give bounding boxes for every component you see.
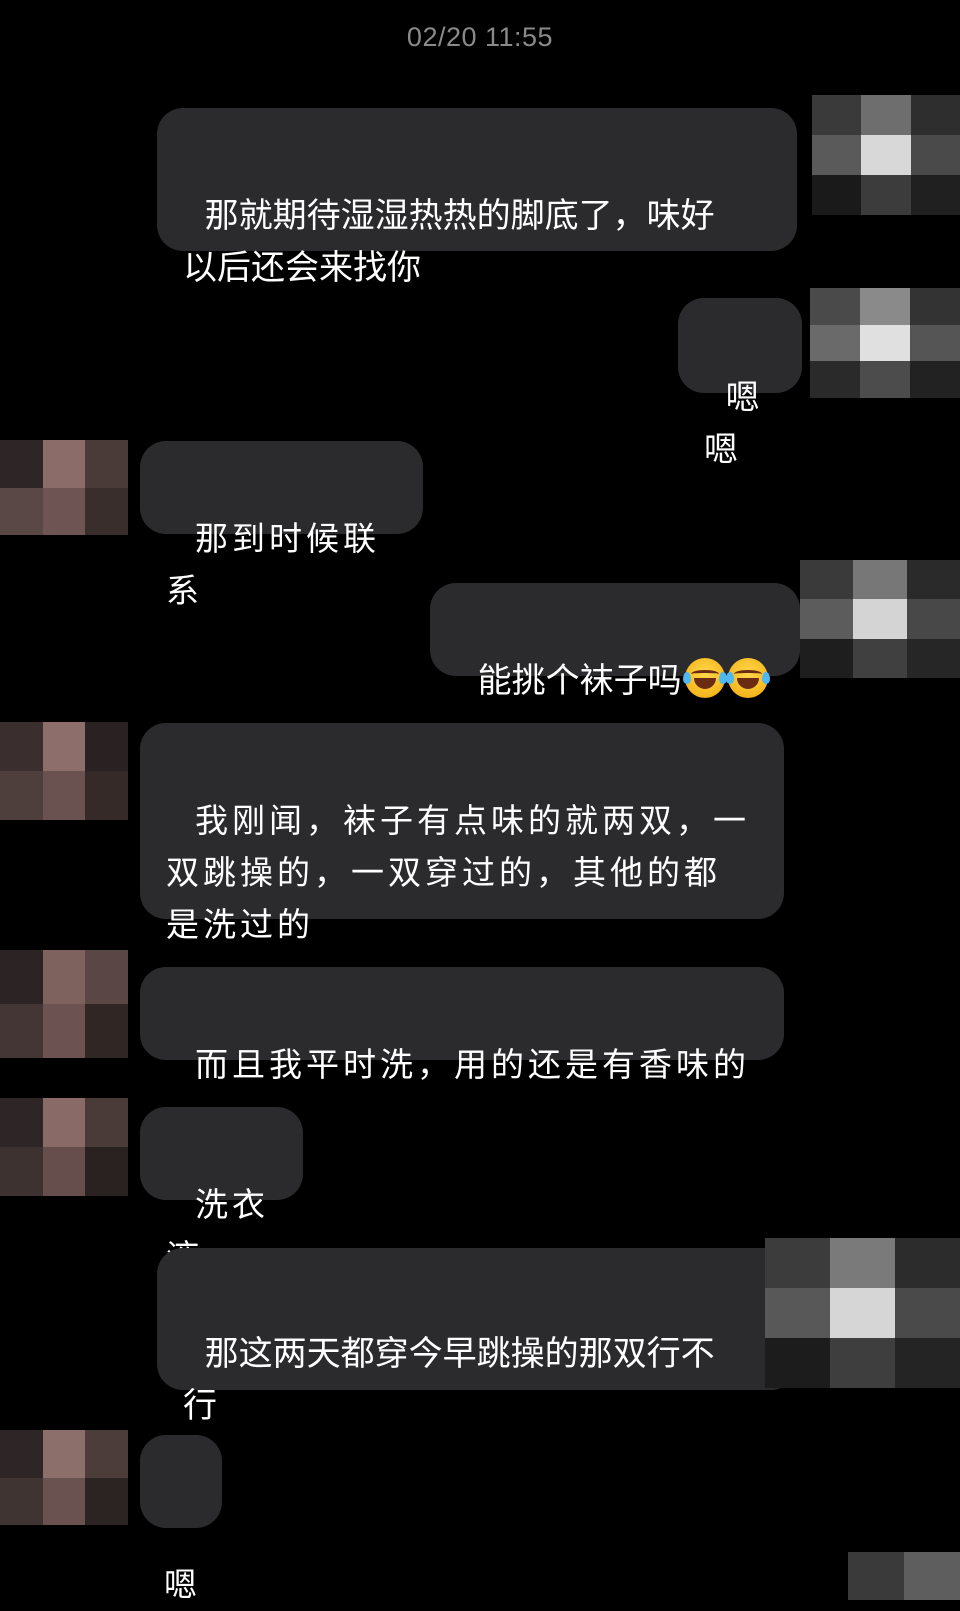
user-avatar-blurred[interactable] <box>800 560 960 678</box>
message-bubble-incoming[interactable]: 那到时候联系 <box>140 441 423 610</box>
message-bubble-outgoing[interactable]: 那这两天都穿今早跳操的那双行不 行 <box>157 1248 797 1426</box>
message-text: 嗯嗯 <box>704 378 760 470</box>
user-avatar-blurred[interactable] <box>848 1552 960 1600</box>
message-bubble-incoming[interactable]: 而且我平时洗，用的还是有香味的 <box>140 967 784 1084</box>
message-text: 那到时候联系 <box>166 519 380 610</box>
chat-timestamp: 02/20 11:55 <box>406 22 554 52</box>
contact-avatar-blurred[interactable] <box>0 950 128 1058</box>
message-bubble-incoming[interactable]: 洗衣液 <box>140 1107 303 1276</box>
message-bubble-outgoing[interactable]: 那就期待湿湿热热的脚底了，味好 以后还会来找你 <box>157 108 797 288</box>
message-bubble-outgoing[interactable]: 能挑个袜子吗 <box>430 583 800 701</box>
message-text: 而且我平时洗，用的还是有香味的 <box>194 1045 750 1084</box>
contact-avatar-blurred[interactable] <box>0 722 128 820</box>
contact-avatar-blurred[interactable] <box>0 440 128 535</box>
user-avatar-blurred[interactable] <box>812 95 960 215</box>
message-bubble-outgoing[interactable]: 嗯嗯 <box>678 298 802 470</box>
message-text: 那这两天都穿今早跳操的那双行不 行 <box>183 1334 715 1426</box>
message-bubble-incoming[interactable]: 嗯 <box>140 1435 222 1604</box>
message-bubble-incoming[interactable]: 我刚闻，袜子有点味的就两双，一 双跳操的，一双穿过的，其他的都 是洗过的 <box>140 723 784 944</box>
tears-of-joy-emoji <box>725 658 770 698</box>
message-text: 我刚闻，袜子有点味的就两双，一 双跳操的，一双穿过的，其他的都 是洗过的 <box>166 801 750 944</box>
tears-of-joy-emoji <box>682 658 727 698</box>
message-text: 那就期待湿湿热热的脚底了，味好 以后还会来找你 <box>183 196 715 288</box>
message-text: 嗯 <box>164 1565 201 1604</box>
user-avatar-blurred[interactable] <box>765 1238 960 1388</box>
contact-avatar-blurred[interactable] <box>0 1098 128 1196</box>
message-text: 能挑个袜子吗 <box>477 661 682 701</box>
contact-avatar-blurred[interactable] <box>0 1430 128 1525</box>
user-avatar-blurred[interactable] <box>810 288 960 398</box>
